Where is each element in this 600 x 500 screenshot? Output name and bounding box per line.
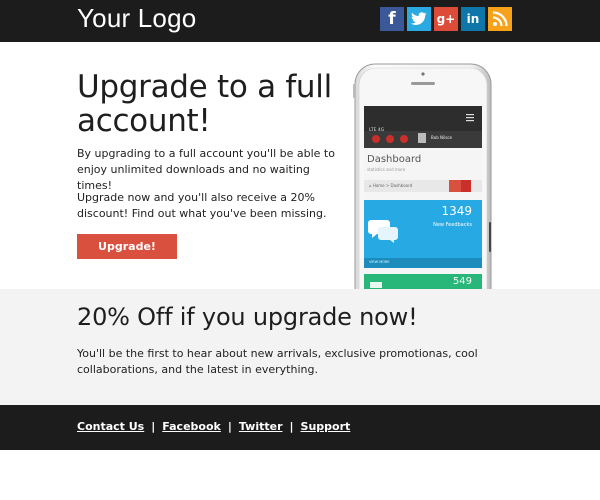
phone-illustration — [353, 63, 492, 289]
footer-link-facebook[interactable]: Facebook — [162, 420, 221, 433]
phone-breadcrumb: ⌂ Home > Dashboard — [369, 183, 413, 188]
hero-title: Upgrade to a full account! — [77, 69, 332, 139]
twitter-bird-shape — [411, 12, 427, 25]
twitter-icon[interactable] — [407, 7, 431, 31]
linkedin-icon[interactable]: in — [461, 7, 485, 31]
hero-section: Upgrade to a full account! By upgrading … — [0, 42, 600, 289]
phone-feedback-count: 1349 — [441, 204, 472, 218]
site-header: Your Logo f g+ in — [0, 0, 600, 42]
site-logo[interactable]: Your Logo — [77, 3, 196, 34]
phone-breadcrumb-home: Home — [372, 183, 385, 188]
phone-dashboard-subtitle: statistics and more — [367, 167, 406, 172]
facebook-icon[interactable]: f — [380, 7, 404, 31]
google-plus-icon[interactable]: g+ — [434, 7, 458, 31]
phone-mockup-image: LTE 4G Bob Nilson Dashboard statistics a… — [345, 62, 505, 289]
phone-feedback-label: New Feedbacks — [433, 222, 472, 228]
promo-section: 20% Off if you upgrade now! You'll be th… — [0, 289, 600, 405]
footer-link-contact-us[interactable]: Contact Us — [77, 420, 144, 433]
footer-separator: | — [289, 420, 294, 433]
rss-shape — [492, 11, 508, 27]
footer-links: Contact Us | Facebook | Twitter | Suppor… — [77, 420, 350, 433]
footer-separator: | — [151, 420, 156, 433]
phone-dashboard-title: Dashboard — [367, 154, 422, 165]
phone-carrier: LTE 4G — [369, 128, 385, 133]
site-footer: Contact Us | Facebook | Twitter | Suppor… — [0, 405, 600, 450]
promo-title: 20% Off if you upgrade now! — [77, 303, 418, 331]
phone-user-name: Bob Nilson — [431, 135, 453, 140]
phone-second-count: 549 — [452, 276, 472, 287]
promo-text: You'll be the first to hear about new ar… — [77, 347, 478, 376]
hero-description: By upgrading to a full account you'll be… — [77, 147, 335, 192]
phone-breadcrumb-current: Dashboard — [390, 183, 413, 188]
footer-link-twitter[interactable]: Twitter — [239, 420, 283, 433]
phone-view-more: VIEW MORE — [369, 260, 390, 264]
footer-separator: | — [227, 420, 232, 433]
footer-link-support[interactable]: Support — [301, 420, 351, 433]
upgrade-button[interactable]: Upgrade! — [77, 234, 177, 259]
hero-discount-text: Upgrade now and you'll also receive a 20… — [77, 191, 327, 220]
rss-icon[interactable] — [488, 7, 512, 31]
social-links: f g+ in — [380, 7, 512, 31]
